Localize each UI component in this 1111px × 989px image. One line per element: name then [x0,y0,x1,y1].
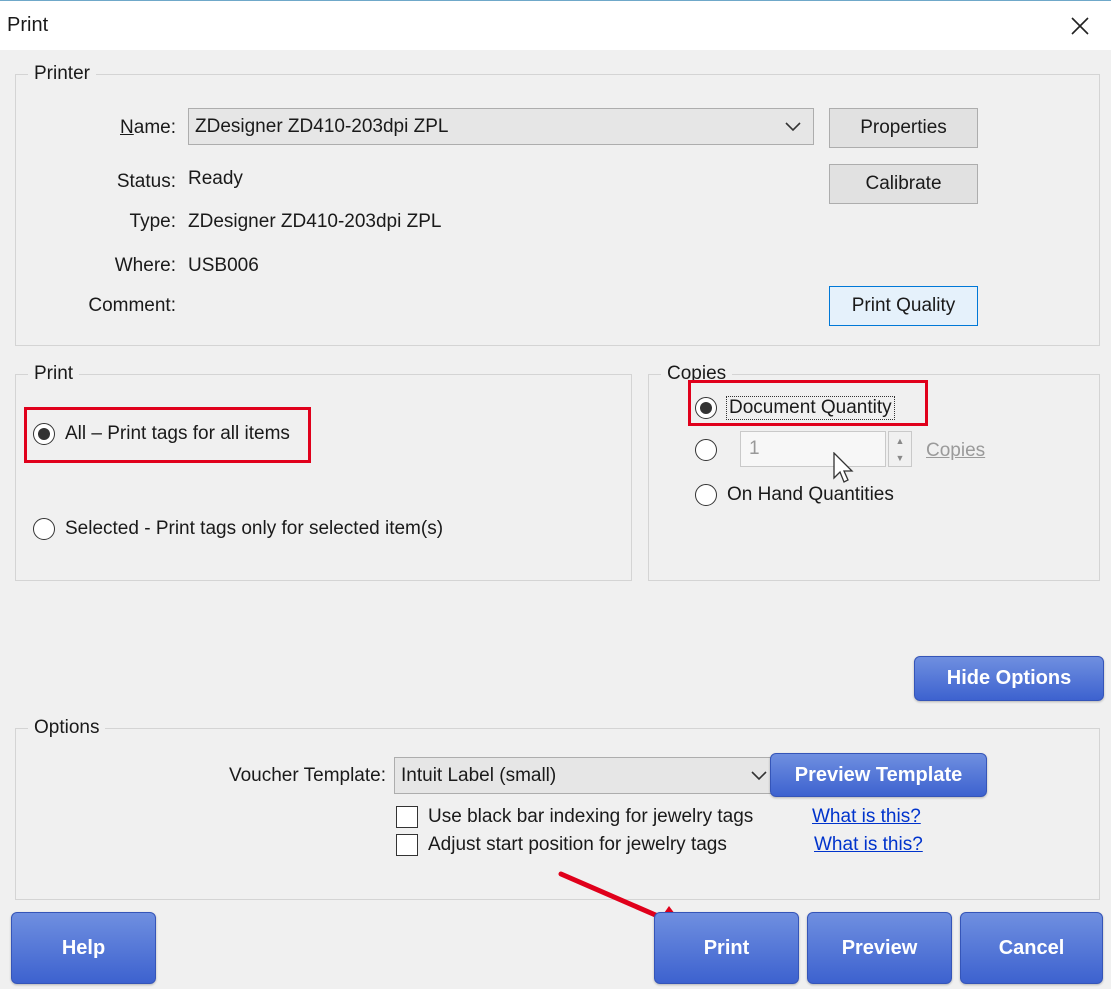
black-bar-checkbox-row[interactable]: Use black bar indexing for jewelry tags [396,806,753,828]
black-bar-label: Use black bar indexing for jewelry tags [428,806,754,827]
radio-selected[interactable] [33,518,55,540]
printer-name-value: ZDesigner ZD410-203dpi ZPL [195,115,449,137]
hide-options-button[interactable]: Hide Options [914,656,1104,701]
copies-input[interactable]: 1 [740,431,886,467]
copies-spinner[interactable]: ▲ ▼ [888,431,912,467]
what-is-this-link-2[interactable]: What is this? [814,834,923,856]
highlight-all-items [24,407,311,463]
close-icon [1071,17,1089,35]
copies-label: Copies [926,440,986,461]
what-is-this-link-1[interactable]: What is this? [812,806,921,828]
preview-button[interactable]: Preview [807,912,952,984]
name-label: Name: [120,117,176,138]
radio-on-hand[interactable] [695,484,717,506]
spin-up-icon[interactable]: ▲ [889,432,911,449]
radio-custom-copies[interactable] [695,439,717,461]
chevron-down-icon [751,770,767,780]
on-hand-label: On Hand Quantities [727,484,894,505]
adjust-start-checkbox-row[interactable]: Adjust start position for jewelry tags [396,834,727,856]
preview-template-button[interactable]: Preview Template [770,753,987,797]
voucher-template-value: Intuit Label (small) [401,764,557,786]
chevron-down-icon [785,121,801,131]
print-quality-button[interactable]: Print Quality [829,286,978,326]
close-button[interactable] [1063,9,1097,43]
status-value: Ready [188,168,243,189]
voucher-template-label: Voucher Template: [228,765,386,786]
adjust-start-checkbox[interactable] [396,834,418,856]
options-legend: Options [28,717,106,739]
on-hand-radio[interactable]: On Hand Quantities [695,484,894,506]
spin-down-icon[interactable]: ▼ [889,449,911,466]
print-legend: Print [28,363,80,385]
where-label: Where: [114,255,176,276]
status-label: Status: [116,171,176,192]
print-button[interactable]: Print [654,912,799,984]
window-title: Print [7,14,49,36]
print-range-group: Print All – Print tags for all items Sel… [15,363,632,581]
cancel-button[interactable]: Cancel [960,912,1103,984]
printer-name-combo[interactable]: ZDesigner ZD410-203dpi ZPL [188,108,814,145]
adjust-start-label: Adjust start position for jewelry tags [428,834,727,855]
where-value: USB006 [188,255,259,276]
help-button[interactable]: Help [11,912,156,984]
highlight-document-quantity [688,380,928,426]
title-bar: Print [0,0,1111,50]
selected-items-label: Selected - Print tags only for selected … [65,518,444,539]
voucher-template-combo[interactable]: Intuit Label (small) [394,757,780,794]
black-bar-checkbox[interactable] [396,806,418,828]
printer-group: Printer Name: ZDesigner ZD410-203dpi ZPL… [15,63,1100,346]
comment-label: Comment: [88,295,176,316]
selected-items-radio[interactable]: Selected - Print tags only for selected … [33,518,443,540]
custom-copies-radio[interactable] [695,439,727,461]
type-value: ZDesigner ZD410-203dpi ZPL [188,211,442,232]
printer-legend: Printer [28,63,96,85]
properties-button[interactable]: Properties [829,108,978,148]
mouse-cursor-icon [833,452,854,483]
calibrate-button[interactable]: Calibrate [829,164,978,204]
type-label: Type: [129,211,176,232]
